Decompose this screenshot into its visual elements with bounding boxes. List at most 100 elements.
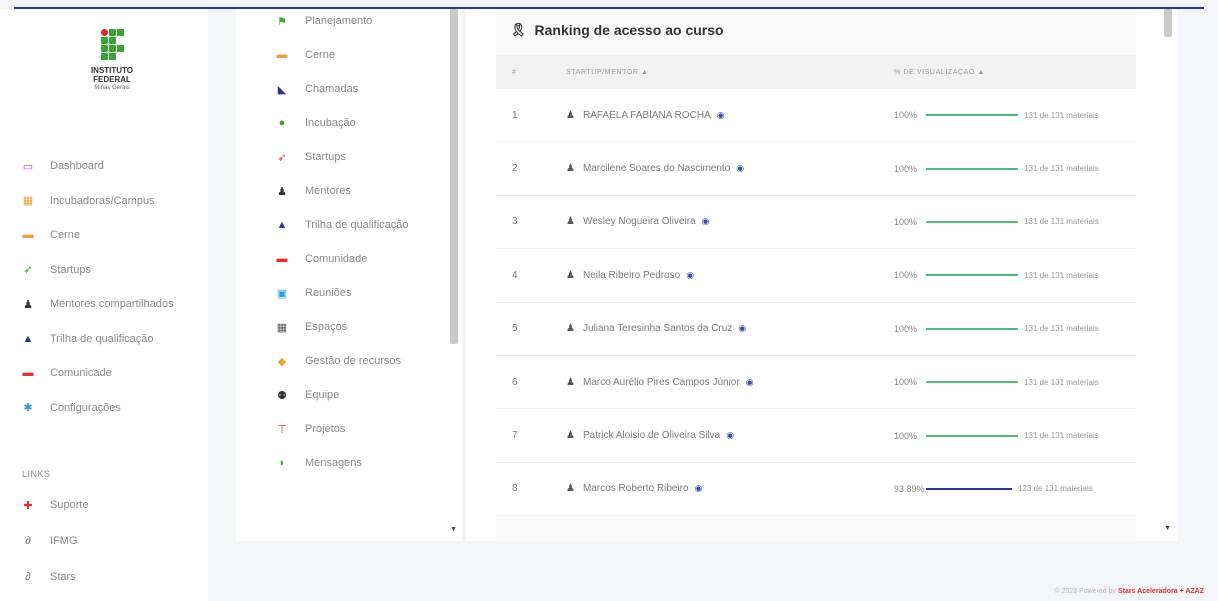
row-number: 5 xyxy=(512,323,518,335)
eye-icon[interactable]: ◉ xyxy=(736,163,744,174)
user-icon: ♟ xyxy=(23,298,33,311)
menu-item-startups[interactable]: ➶ Startups xyxy=(276,140,409,174)
footer-brand-link[interactable]: Stars Aceleradora + AZAZ xyxy=(1118,588,1204,595)
sidebar-item-startups[interactable]: ➶ Startups xyxy=(22,253,202,288)
main-scroll-down-icon[interactable]: ▼ xyxy=(1164,525,1171,532)
row-name-cell: ♟ RAFAELA FABIANA ROCHA ◉ xyxy=(566,110,894,121)
coins-icon: ◆ xyxy=(277,355,287,368)
sidebar-item-mentores-compartilhados[interactable]: ♟ Mentores compartilhados xyxy=(22,287,202,322)
user-icon: ♟ xyxy=(566,376,575,388)
user-icon: ♟ xyxy=(566,483,575,495)
row-name: Marcos Roberto Ribeiro xyxy=(582,483,689,495)
menu-item-gestao-de-recursos[interactable]: ◆ Gestão de recursos xyxy=(276,344,409,378)
row-count: 131 de 131 materiais xyxy=(1024,217,1099,227)
row-visualization: 100% 131 de 131 materiais xyxy=(894,270,1136,280)
eye-icon[interactable]: ◉ xyxy=(726,430,734,441)
sidebar-item-dashboard[interactable]: ▭ Dashboard xyxy=(22,149,202,184)
sidebar-item-label: Cerne xyxy=(50,229,80,242)
progress-bar xyxy=(926,381,1018,384)
row-name-cell: ♟ Juliana Teresinha Santos da Cruz ◉ xyxy=(566,323,894,334)
row-count: 131 de 131 materiais xyxy=(1024,164,1099,174)
sidebar-item-label: Configurações xyxy=(50,401,121,414)
flag-icon: ⚑ xyxy=(277,15,287,28)
main-panel: 🎗 Ranking de acesso ao curso # STARTUP/M… xyxy=(466,9,1178,541)
progress-bar xyxy=(926,114,1018,117)
sidebar-item-cerne[interactable]: ▬ Cerne xyxy=(22,218,202,253)
row-visualization: 100% 131 de 131 materiais xyxy=(894,164,1136,174)
sidebar-item-configuracoes[interactable]: ✱ Configurações xyxy=(22,391,202,426)
menu-item-chamadas[interactable]: ◣ Chamadas xyxy=(276,72,409,106)
row-name-cell: ♟ Wesley Nogueira Oliveira ◉ xyxy=(566,216,894,227)
eye-icon[interactable]: ◉ xyxy=(695,483,703,494)
table-body: 1 ♟ RAFAELA FABIANA ROCHA ◉ 100% 131 de 131 m… xyxy=(496,89,1136,517)
ranking-title: Ranking de acesso ao curso xyxy=(534,22,724,38)
link-item-stars[interactable]: ∂ Stars xyxy=(22,559,89,595)
col-name-header[interactable]: STARTUP/MENTOR ▲ xyxy=(566,69,894,76)
sidebar-item-incubadoras-campus[interactable]: ▦ Incubadoras/Campus xyxy=(22,184,202,219)
row-name-cell: ♟ Neila Ribeiro Pedroso ◉ xyxy=(566,270,894,281)
menu-item-incubacao[interactable]: ● Incubação xyxy=(276,106,409,140)
link-item-ifmg[interactable]: ∂ IFMG xyxy=(22,523,89,559)
menu-item-projetos[interactable]: ⊤ Projetos xyxy=(276,412,409,446)
main-scrollbar[interactable] xyxy=(1164,9,1172,37)
link-icon: ∂ xyxy=(25,535,31,547)
link-item-suporte[interactable]: ✚ Suporte xyxy=(22,487,89,523)
scroll-down-icon[interactable]: ▼ xyxy=(450,526,457,533)
menu-item-cerne[interactable]: ▬ Cerne xyxy=(276,38,409,72)
row-percent: 100% xyxy=(894,110,918,121)
menu-item-label: Incubação xyxy=(305,117,356,129)
eye-icon[interactable]: ◉ xyxy=(686,270,694,281)
section-menu-list: ⚑ Planejamento ▬ Cerne ◣ Chamadas ● Incubação ➶ S… xyxy=(276,4,409,480)
menu-item-label: Reuniões xyxy=(305,287,352,299)
menu-item-mensagens[interactable]: ◗ Mensagens xyxy=(276,446,409,480)
eye-icon[interactable]: ◉ xyxy=(738,323,746,334)
table-row: 3 ♟ Wesley Nogueira Oliveira ◉ 100% 131 de 13… xyxy=(496,195,1136,250)
logo-mark xyxy=(100,29,124,60)
row-count: 131 de 131 materiais xyxy=(1024,110,1099,120)
building-icon: ▦ xyxy=(22,195,34,208)
row-name: Wesley Nogueira Oliveira xyxy=(582,216,696,228)
menu-item-planejamento[interactable]: ⚑ Planejamento xyxy=(276,4,409,38)
menu-item-trilha-de-qualificacao[interactable]: ▲ Trilha de qualificação xyxy=(276,208,409,242)
row-visualization: 100% 131 de 131 materiais xyxy=(894,110,1136,120)
book-icon: ▬ xyxy=(276,49,288,61)
row-count: 131 de 131 materiais xyxy=(1024,324,1099,334)
eye-icon[interactable]: ◉ xyxy=(702,216,710,227)
menu-item-equipe[interactable]: ⚉ Equipe xyxy=(276,378,409,412)
sidebar-item-label: Incubadoras/Campus xyxy=(50,194,155,207)
menu-item-comunidade[interactable]: ▬ Comunidade xyxy=(276,242,409,276)
row-count: 131 de 131 materiais xyxy=(1024,377,1099,387)
sitemap-icon: ⊤ xyxy=(277,423,287,436)
row-name: Patrick Aloisio de Oliveira Silva xyxy=(582,430,721,442)
menu-item-reunioes[interactable]: ▣ Reuniões xyxy=(276,276,409,310)
team-icon: ⚉ xyxy=(277,389,287,402)
eye-icon[interactable]: ◉ xyxy=(746,377,754,388)
row-name-cell: ♟ Marco Aurélio Pires Campos Júnior ◉ xyxy=(566,377,894,388)
row-number: 8 xyxy=(512,483,518,495)
user-icon: ♟ xyxy=(566,269,575,281)
row-number: 1 xyxy=(512,109,518,121)
table-header: # STARTUP/MENTOR ▲ % DE VISUALIZAÇÃO ▲ xyxy=(496,55,1136,89)
eye-icon[interactable]: ◉ xyxy=(717,110,725,121)
menu-item-mentores[interactable]: ♟ Mentores xyxy=(276,174,409,208)
links-title: LINKS xyxy=(22,469,51,479)
row-name-cell: ♟ Marcos Roberto Ribeiro ◉ xyxy=(566,483,894,494)
link-item-label: Suporte xyxy=(50,499,89,511)
sidebar-item-trilha-de-qualificacao[interactable]: ▲ Trilha de qualificação xyxy=(22,322,202,357)
row-percent: 100% xyxy=(894,270,918,281)
menu-item-espacos[interactable]: ▦ Espaços xyxy=(276,310,409,344)
section-menu-scrollbar[interactable] xyxy=(450,9,458,344)
footer: © 2023 Powered by Stars Aceleradora + AZ… xyxy=(1054,588,1204,595)
col-num-header: # xyxy=(512,68,517,76)
sidebar-item-comunicade[interactable]: ▬ Comunicade xyxy=(22,356,202,391)
row-visualization: 100% 131 de 131 materiais xyxy=(894,377,1136,387)
progress-bar xyxy=(926,327,1018,330)
sidebar-item-label: Mentores compartilhados xyxy=(50,298,174,311)
col-vis-header[interactable]: % DE VISUALIZAÇÃO ▲ xyxy=(894,69,1136,76)
row-name: Juliana Teresinha Santos da Cruz xyxy=(582,323,733,335)
ribbon-icon: 🎗 xyxy=(510,22,527,37)
row-name: Marcilene Soares do Nascimento xyxy=(582,163,731,175)
graduation-cap-icon: ▲ xyxy=(22,332,34,345)
table-row: 8 ♟ Marcos Roberto Ribeiro ◉ 93.89% 123 de 13… xyxy=(496,462,1136,517)
chat-icon: ▬ xyxy=(22,367,34,380)
